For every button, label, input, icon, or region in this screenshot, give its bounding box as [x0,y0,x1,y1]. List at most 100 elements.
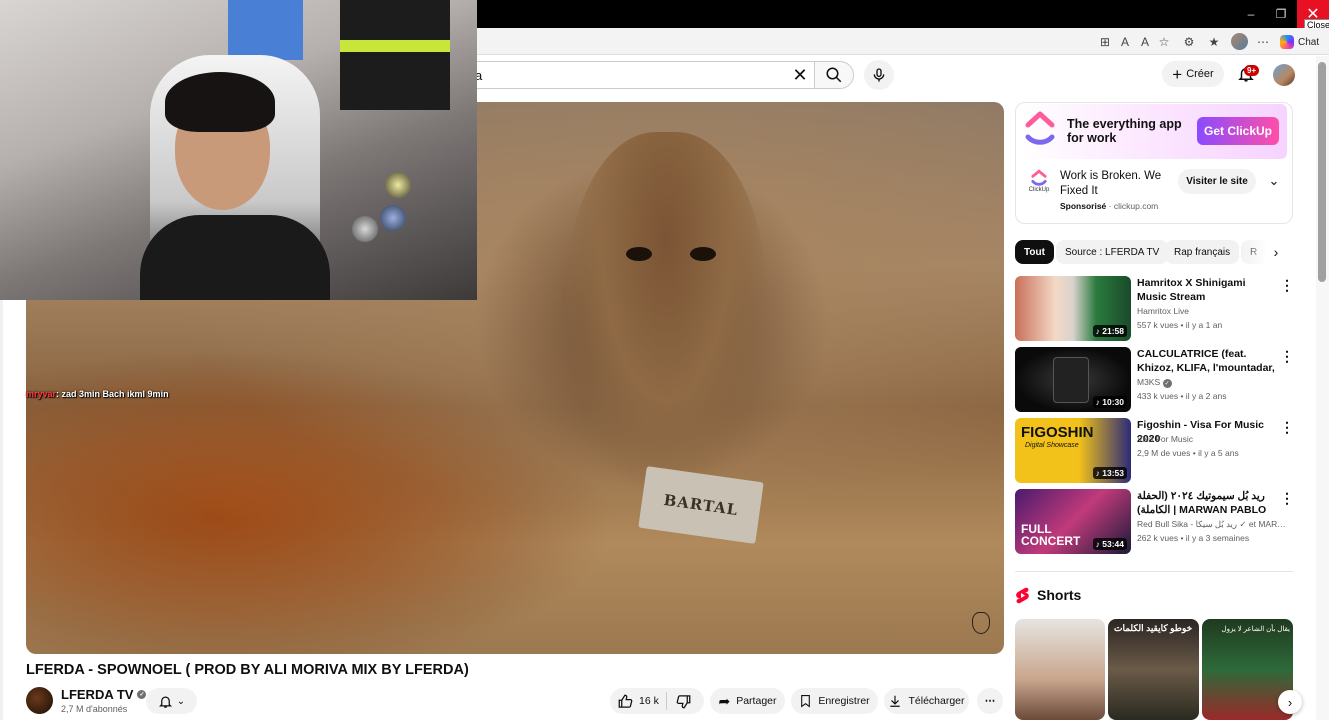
chip-all[interactable]: Tout [1015,240,1054,264]
verified-icon: ✓ [137,690,147,699]
save-button[interactable]: Enregistrer [791,688,878,714]
rec-thumbnail[interactable]: FULL CONCERT ♪ 53:44 [1015,489,1131,554]
like-count: 16 k [639,695,659,707]
subscription-bell-button[interactable]: ⌄ [146,688,197,714]
advertiser-brand: ClickUp [1028,187,1050,193]
webcam-person-body [140,215,330,300]
rec-channel-name: M3KS [1137,377,1161,387]
download-label: Télécharger [908,695,965,707]
webcam-person-hair [165,72,275,132]
more-vertical-icon[interactable]: ⋮ [1280,489,1294,507]
thumbs-up-icon [618,694,633,708]
read-aloud-icon[interactable]: A [1136,33,1154,51]
rec-thumbnail[interactable]: FIGOSHIN Digital Showcase ♪ 13:53 [1015,418,1131,483]
left-edge [0,300,3,720]
webcam-overlay [0,0,477,300]
share-icon: ➦ [718,692,731,709]
search-button[interactable] [814,61,854,89]
bookmark-icon [801,695,811,708]
like-divider [666,692,667,710]
subscriber-count: 2,7 M d'abonnés [61,704,128,714]
watermark-logo-icon [972,612,990,634]
maximize-button[interactable]: ❐ [1265,0,1297,28]
thumb-title: FIGOSHIN [1021,424,1094,441]
chevron-right-icon[interactable]: › [1266,242,1286,262]
chevron-right-icon[interactable]: › [1278,690,1302,714]
favorite-star-icon[interactable]: ☆ [1155,33,1173,51]
webcam-ball [380,205,406,231]
channel-name[interactable]: LFERDA TV ✓ [61,687,147,702]
favorites-icon[interactable]: ★ [1205,33,1223,51]
like-button[interactable]: 16 k [618,694,659,709]
create-button[interactable]: + Créer [1162,61,1224,87]
short-thumbnail[interactable]: خوطو كايقيد الكلمات [1108,619,1199,720]
more-actions-button[interactable]: ⋯ [977,688,1003,714]
duration-text: 10:30 [1102,397,1124,407]
thumb-concert-text: FULL CONCERT [1021,523,1080,547]
sand-tornado-artwork [566,132,766,492]
rec-thumbnail[interactable]: ♪ 10:30 [1015,347,1131,412]
more-menu-icon[interactable]: ⋯ [1254,33,1272,51]
chevron-down-icon[interactable]: ⌄ [1265,172,1283,190]
webcam-ball [352,216,378,242]
rec-meta: 433 k vues • il y a 2 ans [1137,391,1227,401]
dislike-button[interactable] [676,694,691,714]
rec-channel[interactable]: Visa For Music [1137,434,1289,444]
translate-icon[interactable]: A [1116,33,1134,51]
rec-channel[interactable]: Hamritox Live [1137,306,1289,316]
video-title: LFERDA - SPOWNOEL ( PROD BY ALI MORIVA M… [26,662,469,678]
minimize-button[interactable]: – [1235,0,1267,28]
voice-search-button[interactable] [864,60,894,90]
burning-city-artwork [26,362,546,654]
bartal-sign: BARTAL [638,466,764,544]
plus-icon: + [1172,64,1183,84]
rec-meta: 262 k vues • il y a 3 semaines [1137,533,1250,543]
more-vertical-icon[interactable]: ⋮ [1280,276,1294,294]
scrollbar-thumb[interactable] [1318,62,1326,282]
rec-title[interactable]: CALCULATRICE (feat. Khizoz, KLIFA, l'mou… [1137,347,1277,375]
more-horizontal-icon: ⋯ [984,695,996,707]
more-vertical-icon[interactable]: ⋮ [1280,418,1294,436]
short-caption: خوطو كايقيد الكلمات [1114,623,1193,633]
visit-site-button[interactable]: Visiter le site [1178,169,1256,194]
copilot-icon [1280,35,1294,49]
rec-title[interactable]: ريد بُل سيموتيك ٢٠٢٤ (الحفلة الكاملة) | … [1137,489,1277,517]
rec-meta: 557 k vues • il y a 1 an [1137,320,1223,330]
chip-rap-francais[interactable]: Rap français [1165,240,1240,264]
clear-search-icon[interactable]: ✕ [788,63,812,87]
channel-avatar[interactable] [26,687,53,714]
search-input[interactable]: a [460,61,816,89]
account-avatar[interactable] [1273,64,1295,86]
chat-username: mryvar [26,389,57,399]
rec-meta: 2,9 M de vues • il y a 5 ans [1137,448,1239,458]
share-button[interactable]: ➦ Partager [710,688,785,714]
sponsored-label: Sponsorisé [1060,201,1107,211]
download-button[interactable]: Télécharger [884,688,969,714]
shorts-icon [1016,587,1029,604]
chat-label: Chat [1298,36,1320,48]
clickup-small-logo-icon [1031,169,1047,186]
save-label: Enregistrer [818,695,870,707]
more-vertical-icon[interactable]: ⋮ [1280,347,1294,365]
extension-icon[interactable]: ⚙ [1180,33,1198,51]
rec-channel[interactable]: Red Bull Sika - ريد بُل سيكا ✓ et MARWAN… [1137,519,1289,530]
clickup-logo-icon [1025,111,1055,145]
webcam-jacket-stripe [340,40,450,52]
app-view-icon[interactable]: ⊞ [1096,33,1114,51]
short-thumbnail[interactable] [1015,619,1105,720]
rec-title[interactable]: Hamritox X Shinigami Music Stream [1137,276,1277,304]
rec-thumbnail[interactable]: ♪ 21:58 [1015,276,1131,341]
chip-source-lferda[interactable]: Source : LFERDA TV [1056,240,1169,264]
copilot-chat-button[interactable]: Chat [1280,33,1319,51]
channel-name-text: LFERDA TV [61,687,134,702]
duration-text: 13:53 [1102,468,1124,478]
duration-badge: ♪ 53:44 [1092,538,1127,550]
browser-profile-avatar[interactable] [1231,33,1248,50]
duration-badge: ♪ 10:30 [1092,396,1127,408]
thumb-subtitle: Digital Showcase [1025,442,1079,449]
ad-banner-cta-button[interactable]: Get ClickUp [1197,117,1279,145]
stream-chat-message: mryvar: zad 3min Bach ikml 9min [26,389,169,399]
rec-channel[interactable]: M3KS ✓ [1137,377,1289,388]
ad-headline[interactable]: Work is Broken. We Fixed It [1060,169,1175,199]
webcam-background-window [228,0,303,60]
